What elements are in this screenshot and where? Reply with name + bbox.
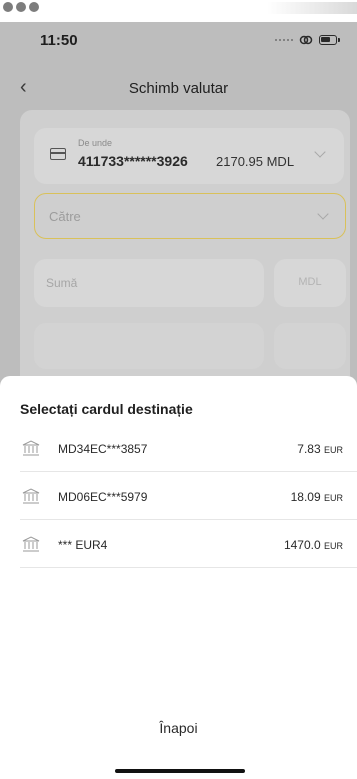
account-amount: 18.09 [290,490,321,504]
account-name: *** EUR4 [58,538,108,552]
destination-label: Către [49,209,81,224]
sheet-title: Selectați cardul destinație [20,401,193,417]
account-currency: EUR [323,541,343,551]
chevron-down-icon [314,146,326,158]
top-dots [0,2,40,14]
source-label: De unde [78,138,113,148]
header: ‹ Schimb valutar [0,62,357,112]
account-row[interactable]: MD34EC***3857 7.83 EUR [0,424,357,472]
account-amount: 1470.0 [283,538,321,552]
account-currency: EUR [323,493,343,503]
bank-icon [22,440,40,456]
account-amount: 7.83 [297,442,321,456]
action-button-primary[interactable] [34,323,264,369]
page-title: Schimb valutar [128,80,229,97]
currency-select[interactable]: MDL [274,259,346,307]
destination-select[interactable]: Către [34,193,346,239]
account-row[interactable]: MD06EC***5979 18.09 EUR [0,472,357,520]
bank-icon [22,536,40,552]
account-row[interactable]: *** EUR4 1470.0 EUR [0,520,357,568]
account-balance: 7.83 EUR [297,442,343,456]
source-card-number: 411733******3926 [78,153,188,169]
top-crop-bar [0,0,357,22]
status-time: 11:50 [40,32,78,49]
divider [20,567,357,568]
account-balance: 1470.0 EUR [284,538,343,552]
currency-label: MDL [298,276,322,288]
account-currency: EUR [323,445,343,455]
bank-icon [22,488,40,504]
link-icon [299,35,313,45]
action-button-secondary[interactable] [274,323,346,369]
destination-sheet: Selectați cardul destinație MD34EC***385… [0,376,357,779]
back-link[interactable]: Înapoi [0,720,357,736]
source-balance: 2170.95 MDL [216,154,295,169]
status-bar: 11:50 [0,22,357,62]
top-edge [267,2,357,14]
battery-icon [319,35,340,45]
home-indicator [115,769,245,773]
source-card-select[interactable]: De unde 411733******3926 2170.95 MDL [34,128,344,184]
card-icon [50,148,66,160]
account-name: MD06EC***5979 [58,490,148,504]
account-name: MD34EC***3857 [58,442,148,456]
account-balance: 18.09 EUR [291,490,343,504]
chevron-down-icon [317,208,329,220]
amount-input[interactable]: Sumă [34,259,264,307]
signal-dots-icon [275,39,293,41]
amount-placeholder: Sumă [46,276,78,290]
status-icons [275,32,340,48]
